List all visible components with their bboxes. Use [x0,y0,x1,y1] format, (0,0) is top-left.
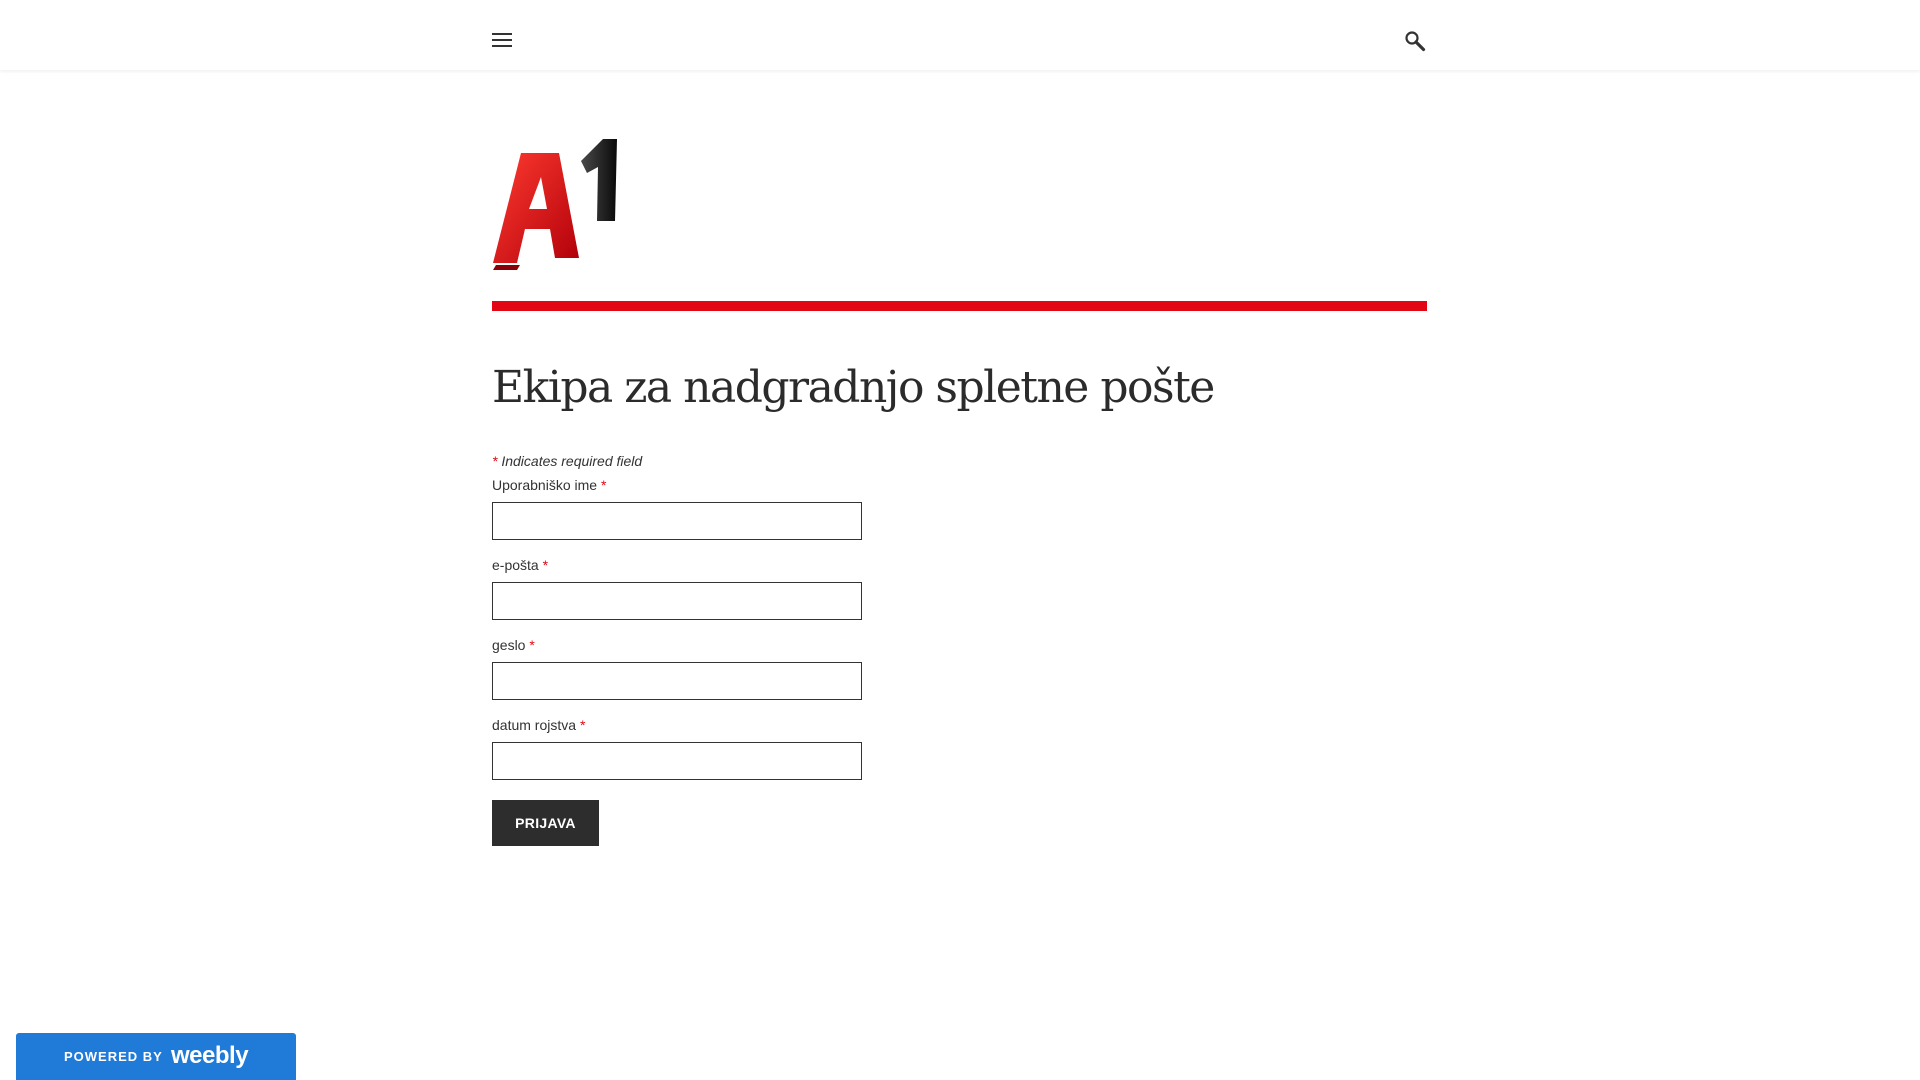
search-icon[interactable] [1404,30,1426,52]
email-input[interactable] [492,582,862,620]
password-field-group: geslo * [492,636,892,700]
username-label: Uporabniško ime * [492,477,607,493]
page-title: Ekipa za nadgradnjo spletne pošte [492,362,1215,413]
login-form: * Indicates required field Uporabniško i… [492,452,892,846]
a1-logo[interactable] [491,133,623,273]
required-asterisk: * [492,453,498,469]
weebly-logo: weebly [171,1042,249,1069]
powered-by-text: POWERED BY [64,1049,163,1064]
required-field-note: * Indicates required field [492,452,892,470]
birthdate-input[interactable] [492,742,862,780]
email-label: e-pošta * [492,557,549,573]
powered-by-weebly-badge[interactable]: POWERED BY weebly [16,1033,296,1080]
password-label: geslo * [492,637,535,653]
required-note-text: Indicates required field [501,453,643,469]
submit-button[interactable]: PRIJAVA [492,800,599,846]
username-field-group: Uporabniško ime * [492,476,892,540]
username-input[interactable] [492,502,862,540]
birthdate-field-group: datum rojstva * [492,716,892,780]
password-input[interactable] [492,662,862,700]
hamburger-icon[interactable] [492,33,512,48]
birthdate-label: datum rojstva * [492,717,586,733]
site-header [0,0,1920,70]
red-divider [492,301,1427,311]
email-field-group: e-pošta * [492,556,892,620]
